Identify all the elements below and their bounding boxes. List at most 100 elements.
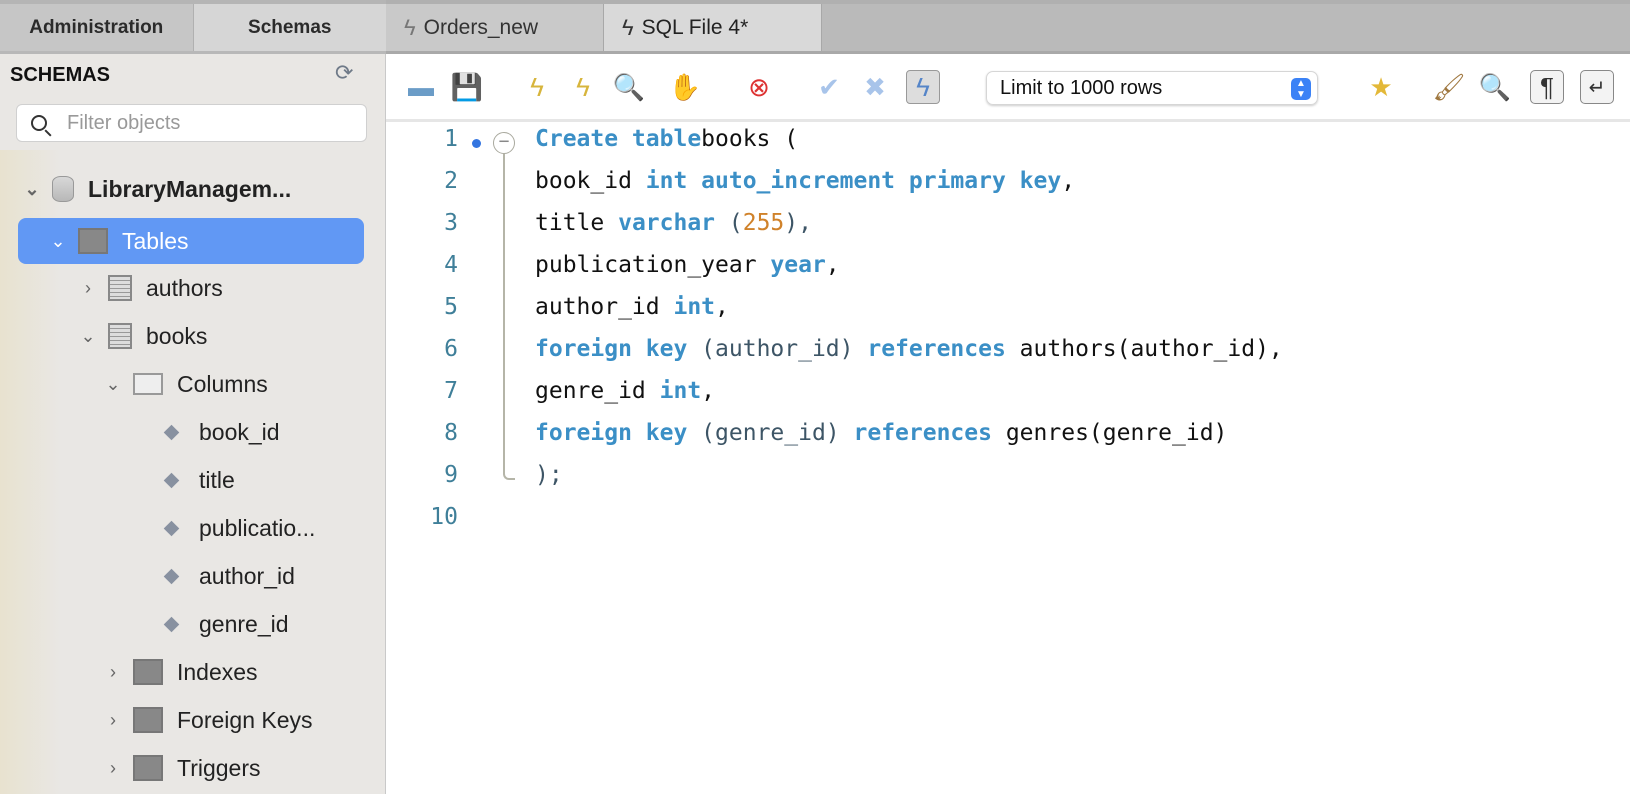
invisible-chars-icon[interactable]: ¶ bbox=[1530, 70, 1564, 104]
chevron-down-icon[interactable]: ⌄ bbox=[22, 179, 42, 200]
tree-columns[interactable]: ⌄ Columns bbox=[103, 361, 268, 407]
code-token: publication_year bbox=[535, 252, 771, 278]
code-token: , bbox=[701, 378, 716, 404]
limit-label: Limit to 1000 rows bbox=[1000, 76, 1163, 99]
filter-input[interactable]: Filter objects bbox=[16, 104, 367, 142]
code-line: foreign key (author_id) references autho… bbox=[535, 336, 1283, 362]
tab-label: Orders_new bbox=[423, 15, 539, 39]
line-number: 8 bbox=[444, 420, 458, 446]
fold-guide bbox=[503, 154, 515, 480]
limit-rows-select[interactable]: Limit to 1000 rows ▲ ▼ bbox=[986, 71, 1318, 105]
chevron-down-icon[interactable]: ⌄ bbox=[103, 374, 123, 395]
triggers-icon bbox=[133, 755, 163, 781]
add-snippet-icon[interactable]: ★ bbox=[1364, 70, 1398, 104]
select-arrows-icon: ▲ ▼ bbox=[1291, 78, 1311, 100]
code-token: year bbox=[770, 252, 826, 278]
tree-label: Columns bbox=[177, 370, 268, 397]
chevron-right-icon[interactable]: › bbox=[103, 710, 123, 731]
toolbar: ▬ 💾 ϟ ϟ 🔍 ✋ ⊗ ✔ ✖ ϟ Limit to 1000 rows ▲ ▼… bbox=[386, 54, 1630, 122]
tree-column[interactable]: author_id bbox=[160, 553, 295, 599]
code-token: (author_id) bbox=[687, 336, 868, 362]
code-line: genre_id int, bbox=[535, 378, 715, 404]
tree-foreign-keys[interactable]: › Foreign Keys bbox=[103, 697, 313, 743]
tree-column[interactable]: genre_id bbox=[160, 601, 289, 647]
tree-table-authors[interactable]: › authors bbox=[78, 265, 223, 311]
code-token: Create table bbox=[535, 126, 702, 152]
line-number: 9 bbox=[444, 462, 458, 488]
code-token: varchar bbox=[618, 210, 716, 236]
execute-icon[interactable]: ϟ bbox=[520, 70, 554, 104]
code-token: (genre_id) bbox=[687, 420, 854, 446]
stop-icon[interactable]: ✋ bbox=[668, 70, 702, 104]
chevron-down-icon[interactable]: ⌄ bbox=[48, 231, 68, 252]
refresh-icon[interactable]: ⟳ bbox=[335, 60, 353, 86]
sql-editor[interactable]: − 1 Create tablebooks (2 book_id int auto_… bbox=[386, 124, 1630, 794]
line-number: 2 bbox=[444, 168, 458, 194]
tree-label: LibraryManagem... bbox=[88, 175, 292, 202]
stop-on-error-icon[interactable]: ⊗ bbox=[742, 70, 776, 104]
code-token: , bbox=[1061, 168, 1076, 194]
tree-indexes[interactable]: › Indexes bbox=[103, 649, 258, 695]
code-token: , bbox=[715, 294, 729, 320]
tree-label: publicatio... bbox=[199, 514, 316, 541]
tree-table-books[interactable]: ⌄ books bbox=[78, 313, 207, 359]
search-icon bbox=[31, 115, 47, 131]
commit-icon[interactable]: ✔ bbox=[812, 70, 846, 104]
bolt-icon: ϟ bbox=[622, 14, 634, 40]
line-number: 6 bbox=[444, 336, 458, 362]
tree-label: Triggers bbox=[177, 754, 261, 781]
code-token: book_id bbox=[535, 168, 646, 194]
open-folder-icon[interactable]: ▬ bbox=[404, 70, 438, 104]
tree-label: authors bbox=[146, 274, 223, 301]
code-token: int bbox=[673, 294, 716, 320]
autocommit-icon[interactable]: ϟ bbox=[906, 70, 940, 104]
tab-orders-new[interactable]: ϟ Orders_new bbox=[386, 4, 604, 51]
tree-column[interactable]: book_id bbox=[160, 409, 280, 455]
rollback-icon[interactable]: ✖ bbox=[858, 70, 892, 104]
code-token: , bbox=[825, 252, 840, 278]
code-line: Create tablebooks ( bbox=[535, 126, 798, 152]
line-number: 7 bbox=[444, 378, 458, 404]
table-icon bbox=[108, 275, 132, 301]
word-wrap-icon[interactable]: ↵ bbox=[1580, 70, 1614, 104]
line-number: 3 bbox=[444, 210, 458, 236]
tree-column[interactable]: title bbox=[160, 457, 235, 503]
explain-icon[interactable]: 🔍 bbox=[612, 70, 646, 104]
chevron-down-icon[interactable]: ⌄ bbox=[78, 326, 98, 347]
tree-label: Foreign Keys bbox=[177, 706, 313, 733]
code-line: publication_year year, bbox=[535, 252, 840, 278]
tree-column[interactable]: publicatio... bbox=[160, 505, 315, 551]
tree-tables[interactable]: ⌄ Tables bbox=[18, 218, 364, 264]
chevron-right-icon[interactable]: › bbox=[103, 758, 123, 779]
execute-current-icon[interactable]: ϟ bbox=[566, 70, 600, 104]
tree-schema-library[interactable]: ⌄ LibraryManagem... bbox=[22, 166, 291, 212]
tree-label: genre_id bbox=[199, 610, 289, 637]
column-icon bbox=[163, 424, 180, 440]
code-token: foreign key bbox=[535, 420, 688, 446]
fold-collapse-icon[interactable]: − bbox=[493, 132, 515, 154]
code-token: authors(author_id), bbox=[1005, 336, 1283, 362]
column-icon bbox=[163, 472, 180, 488]
save-icon[interactable]: 💾 bbox=[450, 70, 484, 104]
line-number: 5 bbox=[444, 294, 458, 320]
chevron-right-icon[interactable]: › bbox=[78, 278, 98, 299]
code-token: references bbox=[853, 420, 992, 446]
tab-sql-file-4[interactable]: ϟ SQL File 4* bbox=[604, 4, 822, 51]
sidebar-tabs: Administration Schemas bbox=[0, 0, 386, 54]
tab-administration[interactable]: Administration bbox=[0, 4, 194, 51]
code-token: ( bbox=[715, 210, 743, 236]
beautify-icon[interactable]: 🖌 bbox=[1432, 70, 1466, 104]
main-area: ϟ Orders_new ϟ SQL File 4* ▬ 💾 ϟ ϟ 🔍 ✋ ⊗ ✔… bbox=[386, 0, 1630, 794]
code-line: ); bbox=[535, 462, 563, 488]
code-line: title varchar (255), bbox=[535, 210, 812, 236]
schemas-heading: SCHEMAS bbox=[10, 64, 111, 86]
column-icon bbox=[163, 520, 180, 536]
find-icon[interactable]: 🔍 bbox=[1478, 70, 1512, 104]
code-line: book_id int auto_increment primary key, bbox=[535, 168, 1075, 194]
tab-schemas[interactable]: Schemas bbox=[193, 4, 386, 51]
sidebar: Administration Schemas SCHEMAS ⟳ Filter … bbox=[0, 0, 386, 794]
chevron-right-icon[interactable]: › bbox=[103, 662, 123, 683]
tree-triggers[interactable]: › Triggers bbox=[103, 745, 261, 791]
table-icon bbox=[108, 323, 132, 349]
line-number: 4 bbox=[444, 252, 458, 278]
